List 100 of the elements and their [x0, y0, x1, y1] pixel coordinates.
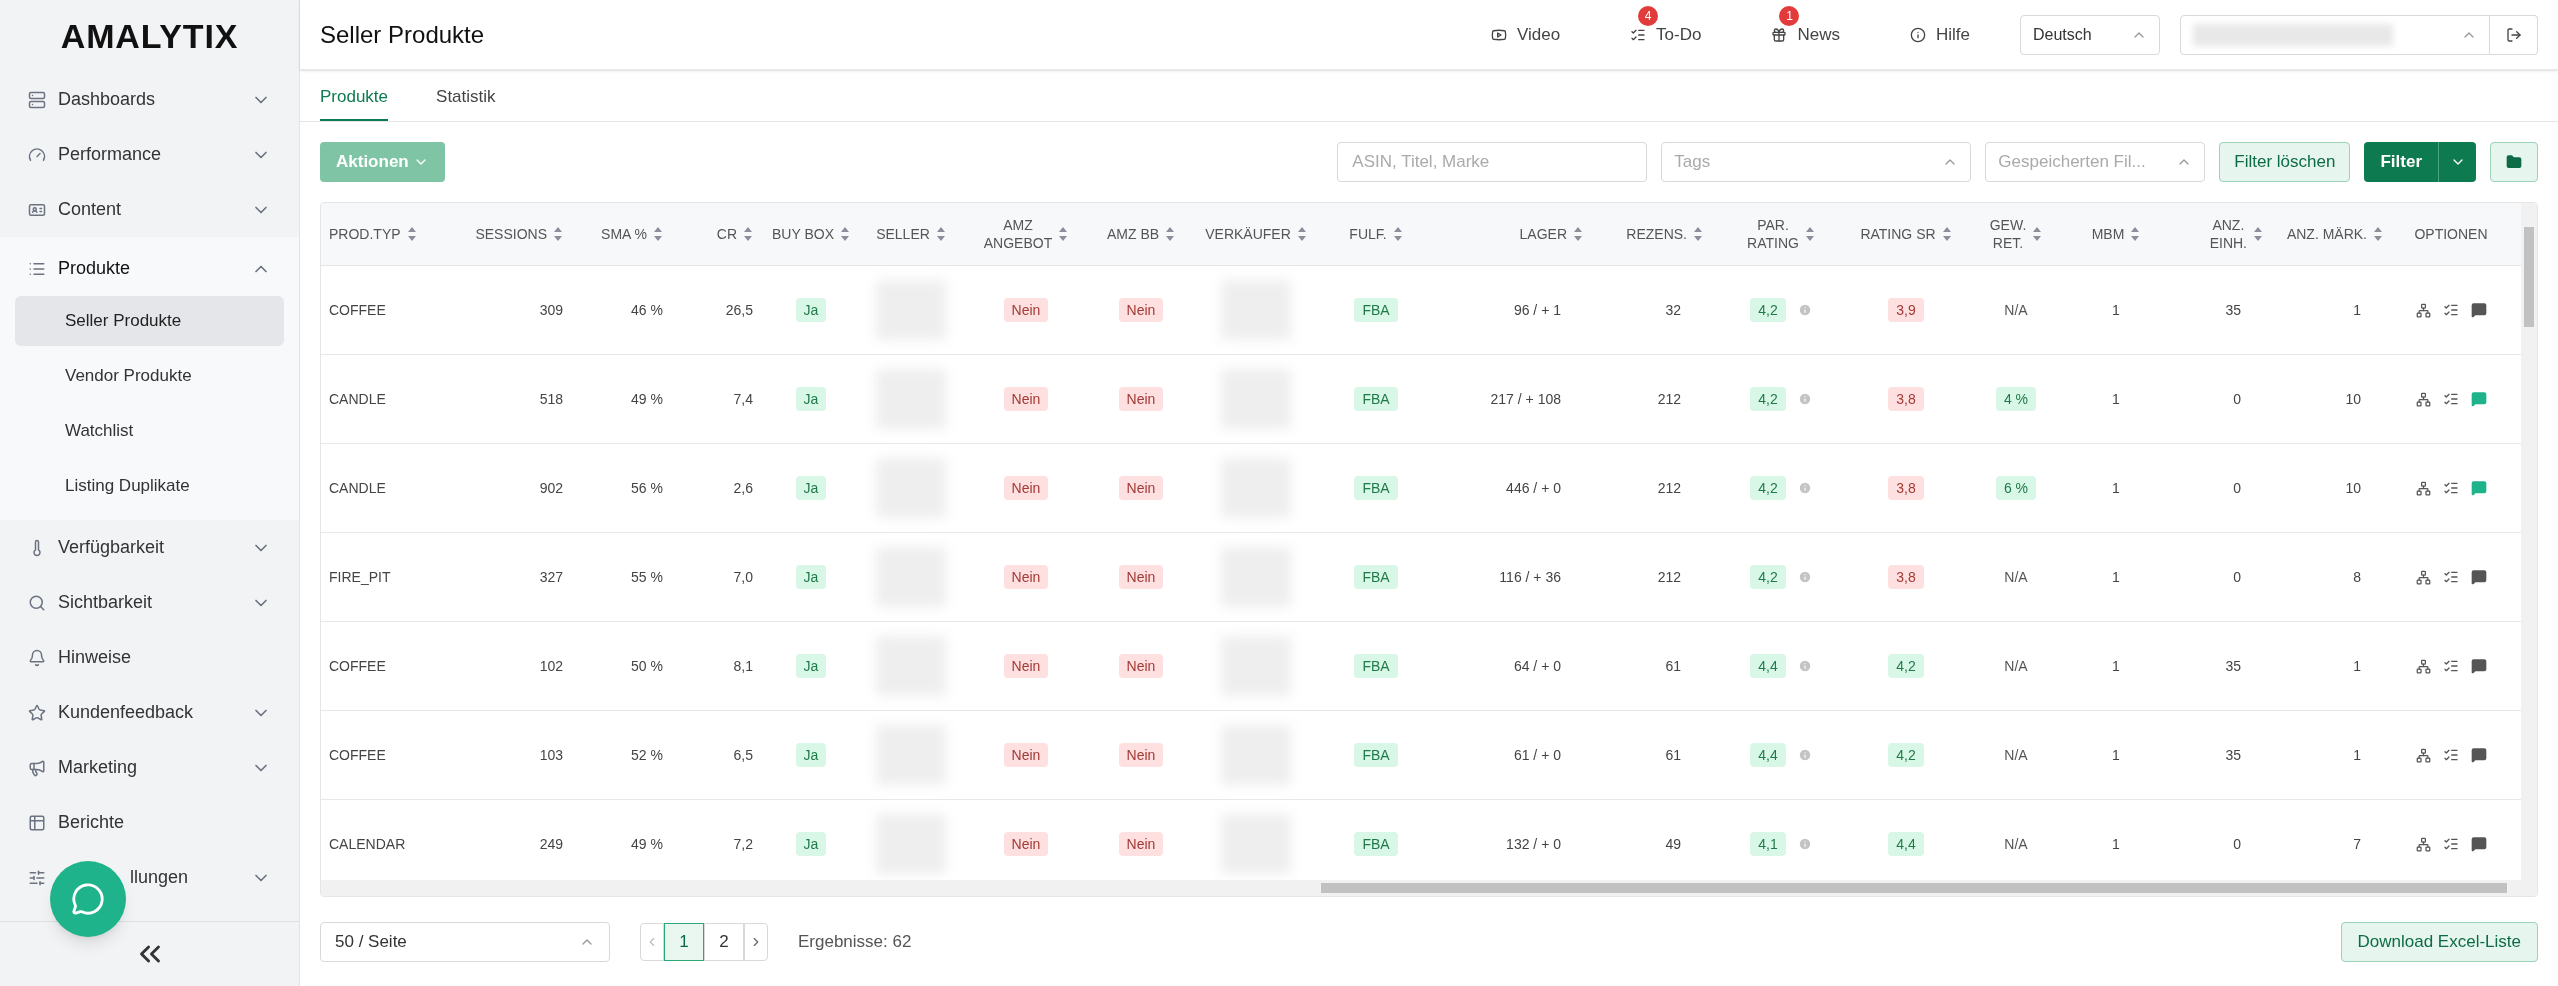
- nav-item[interactable]: Content: [0, 182, 299, 237]
- checklist-icon[interactable]: [2442, 747, 2459, 763]
- checklist-icon[interactable]: [2442, 836, 2459, 852]
- column-header[interactable]: MBM: [2071, 203, 2161, 265]
- column-header[interactable]: PAR. RATING: [1711, 203, 1851, 265]
- nav-item[interactable]: Berichte: [0, 795, 299, 850]
- nav-item[interactable]: Verfügbarkeit: [0, 520, 299, 575]
- status-tag: FBA: [1354, 832, 1398, 856]
- table-cell-text: 212: [1657, 567, 1681, 587]
- sort-icon[interactable]: [1804, 226, 1815, 242]
- nav-item[interactable]: llungen: [0, 850, 299, 905]
- column-header[interactable]: RATING SR: [1851, 203, 1961, 265]
- checklist-icon[interactable]: [2442, 569, 2459, 585]
- table-cell-text: 0: [2233, 834, 2241, 854]
- info-icon[interactable]: [1797, 392, 1812, 406]
- comment-icon[interactable]: [2470, 569, 2487, 585]
- language-select[interactable]: Deutsch: [2020, 14, 2160, 55]
- header-link[interactable]: Hilfe: [1910, 21, 1970, 48]
- sort-icon[interactable]: [653, 226, 663, 242]
- table-cell-text: 2,6: [733, 478, 753, 498]
- info-icon[interactable]: [1797, 303, 1812, 317]
- comment-icon[interactable]: [2470, 747, 2487, 763]
- sort-icon[interactable]: [935, 226, 946, 242]
- column-header[interactable]: ANZ. MÄRK.: [2271, 203, 2391, 265]
- sort-icon[interactable]: [1941, 226, 1952, 242]
- clear-filter-button[interactable]: Filter löschen: [2219, 142, 2351, 182]
- nav-item[interactable]: Marketing: [0, 740, 299, 795]
- horizontal-scrollbar[interactable]: [321, 880, 2537, 896]
- sort-icon[interactable]: [406, 226, 417, 242]
- download-button[interactable]: Download Excel-Liste: [2340, 921, 2538, 962]
- nav-icon: [28, 813, 46, 832]
- info-icon[interactable]: [1797, 748, 1812, 762]
- header-link[interactable]: Video: [1490, 21, 1561, 48]
- sort-icon[interactable]: [2253, 226, 2263, 242]
- filter-dropdown-button[interactable]: [2438, 142, 2476, 182]
- column-header[interactable]: ANZ. EINH.: [2161, 203, 2271, 265]
- sort-icon[interactable]: [2373, 226, 2383, 242]
- nav-subitem[interactable]: Vendor Produkte: [15, 351, 284, 401]
- info-icon[interactable]: [1797, 837, 1812, 851]
- column-header[interactable]: SMA %: [571, 203, 671, 265]
- sort-icon[interactable]: [1296, 226, 1307, 242]
- nav-item[interactable]: Sichtbarkeit: [0, 575, 299, 630]
- column-header[interactable]: VERKÄUFER: [1191, 203, 1321, 265]
- tab[interactable]: Statistik: [436, 83, 496, 121]
- sort-icon[interactable]: [1573, 226, 1583, 242]
- nav-item[interactable]: Kundenfeedback: [0, 685, 299, 740]
- sort-icon[interactable]: [1058, 226, 1069, 242]
- nav-item[interactable]: Hinweise: [0, 630, 299, 685]
- page-button[interactable]: 1: [664, 922, 704, 961]
- status-tag: 3,8: [1888, 387, 1924, 411]
- status-tag: Nein: [1118, 387, 1164, 411]
- info-icon[interactable]: [1797, 659, 1812, 673]
- page-button[interactable]: 2: [704, 922, 744, 961]
- nav-item[interactable]: Produkte: [0, 241, 299, 296]
- column-header[interactable]: REZENS.: [1591, 203, 1711, 265]
- column-header[interactable]: PROD.TYP: [321, 203, 451, 265]
- info-icon[interactable]: [1797, 481, 1812, 495]
- sort-icon[interactable]: [840, 226, 850, 242]
- nav-subitem[interactable]: Watchlist: [15, 406, 284, 456]
- folder-button[interactable]: [2490, 142, 2538, 182]
- column-header[interactable]: CR: [671, 203, 761, 265]
- checklist-icon[interactable]: [2442, 391, 2459, 407]
- column-header[interactable]: AMZ ANGEBOT: [961, 203, 1091, 265]
- comment-icon[interactable]: [2470, 836, 2487, 852]
- sort-icon[interactable]: [553, 226, 563, 242]
- checklist-icon[interactable]: [2442, 302, 2459, 318]
- sort-icon[interactable]: [1165, 226, 1176, 242]
- sort-icon[interactable]: [743, 226, 753, 242]
- table-cell-text: 518: [539, 389, 563, 409]
- column-header[interactable]: SESSIONS: [451, 203, 571, 265]
- info-icon[interactable]: [1797, 570, 1812, 584]
- checklist-icon[interactable]: [2442, 480, 2459, 496]
- filter-button[interactable]: Filter: [2364, 142, 2438, 182]
- status-tag: Nein: [1003, 387, 1049, 411]
- column-header[interactable]: AMZ BB: [1091, 203, 1191, 265]
- nav-item[interactable]: Performance: [0, 127, 299, 182]
- comment-icon[interactable]: [2470, 302, 2487, 318]
- sort-icon[interactable]: [2032, 226, 2043, 242]
- status-tag: N/A: [2004, 565, 2028, 589]
- tab[interactable]: Produkte: [320, 83, 389, 121]
- sort-icon[interactable]: [1392, 226, 1403, 242]
- column-header[interactable]: SELLER: [861, 203, 961, 265]
- comment-icon[interactable]: [2470, 658, 2487, 674]
- column-header[interactable]: BUY BOX: [761, 203, 861, 265]
- table-cell-text: 7: [2353, 834, 2361, 854]
- page-size-select[interactable]: 50 / Seite: [320, 921, 610, 962]
- nav-item[interactable]: Dashboards: [0, 72, 299, 127]
- vertical-scrollbar[interactable]: [2521, 203, 2537, 880]
- sort-icon[interactable]: [1693, 226, 1703, 242]
- nav-subitem[interactable]: Listing Duplikate: [15, 461, 284, 511]
- logout-button[interactable]: [2490, 14, 2538, 55]
- column-header[interactable]: GEW. RET.: [1961, 203, 2071, 265]
- search-field[interactable]: ASIN, Titel, Marke: [1337, 142, 1648, 182]
- column-header[interactable]: OPTIONEN: [2391, 203, 2511, 265]
- column-header[interactable]: LAGER: [1431, 203, 1591, 265]
- table-cell-text: 1: [2353, 300, 2361, 320]
- column-header[interactable]: FULF.: [1321, 203, 1431, 265]
- sort-icon[interactable]: [2130, 226, 2141, 242]
- checklist-icon[interactable]: [2442, 658, 2459, 674]
- nav-subitem[interactable]: Seller Produkte: [15, 296, 284, 346]
